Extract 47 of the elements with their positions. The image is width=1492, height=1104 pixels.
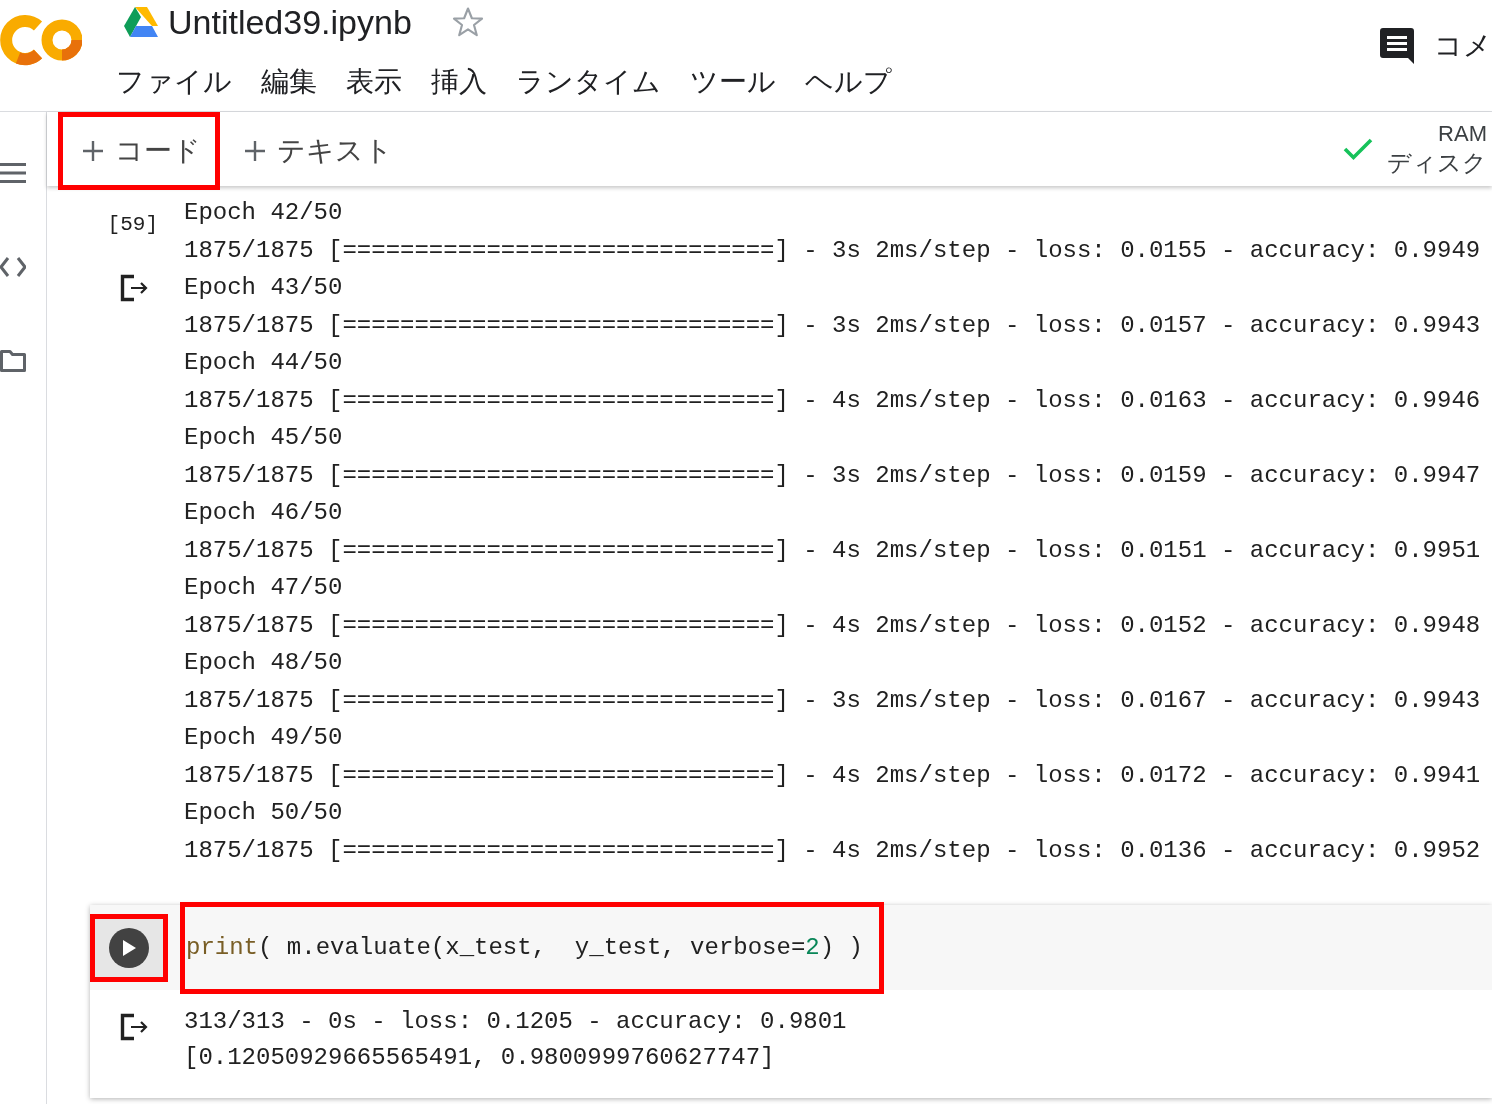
output-line: 1875/1875 [==============================] - 4s 2ms/step - loss: 0.0136 - accuracy: 0.9952 (184, 835, 1481, 866)
output-line: 1875/1875 [==============================] - 4s 2ms/step - loss: 0.0163 - accuracy: 0.9946 (184, 385, 1481, 416)
menu-item[interactable]: 挿入 (431, 62, 487, 102)
output-line: 1875/1875 [==============================] - 3s 2ms/step - loss: 0.0159 - accuracy: 0.9947 (184, 460, 1481, 491)
output-line: 313/313 - 0s - loss: 0.1205 - accuracy: 0.9801 (184, 1007, 847, 1037)
menu-item[interactable]: ファイル (116, 62, 232, 102)
output-arrow-icon (119, 273, 149, 303)
output-line: Epoch 42/50 (184, 198, 344, 228)
output-line: 1875/1875 [==============================] - 3s 2ms/step - loss: 0.0157 - accuracy: 0.9943 (184, 310, 1481, 341)
menu-item[interactable]: 編集 (261, 62, 317, 102)
output-line: Epoch 47/50 (184, 573, 344, 603)
play-icon (122, 939, 136, 956)
output-line: Epoch 45/50 (184, 423, 344, 453)
execution-count: [59] (107, 212, 158, 238)
output-line: 1875/1875 [==============================] - 4s 2ms/step - loss: 0.0152 - accuracy: 0.9948 (184, 610, 1481, 641)
plus-icon (83, 141, 103, 161)
output-arrow-icon (119, 1012, 149, 1042)
menu-item[interactable]: ツール (690, 62, 776, 102)
output-line: 1875/1875 [==============================] - 3s 2ms/step - loss: 0.0155 - accuracy: 0.9949 (184, 235, 1481, 266)
notebook-title[interactable]: Untitled39.ipynb (168, 2, 412, 42)
code-icon[interactable] (0, 256, 26, 278)
output-line: Epoch 48/50 (184, 648, 344, 678)
output-line: 1875/1875 [==============================] - 3s 2ms/step - loss: 0.0167 - accuracy: 0.9943 (184, 685, 1481, 716)
output-line: Epoch 49/50 (184, 723, 344, 753)
logo-icon (0, 14, 82, 66)
output-line: Epoch 46/50 (184, 498, 344, 528)
plus-icon (245, 141, 265, 161)
menu-item[interactable]: ヘルプ (805, 62, 892, 102)
star-icon[interactable] (451, 6, 484, 38)
comments-label[interactable]: コメ (1434, 27, 1492, 65)
add-cell-button[interactable]: テキスト (225, 117, 407, 185)
disk-label: ディスク (1387, 148, 1487, 178)
menu-item[interactable]: ランタイム (516, 62, 661, 102)
output-line: Epoch 44/50 (184, 348, 344, 378)
comment-icon[interactable] (1380, 28, 1414, 64)
triangle-logo-icon (124, 7, 158, 37)
menu-item[interactable]: 表示 (346, 62, 402, 102)
add-cell-button[interactable]: コード (63, 117, 215, 185)
output-line: Epoch 50/50 (184, 798, 344, 828)
folder-icon[interactable] (0, 350, 26, 372)
output-line: 1875/1875 [==============================] - 4s 2ms/step - loss: 0.0172 - accuracy: 0.9941 (184, 760, 1481, 791)
output-line: 1875/1875 [==============================] - 4s 2ms/step - loss: 0.0151 - accuracy: 0.9951 (184, 535, 1481, 566)
run-button[interactable] (109, 927, 149, 968)
ram-label: RAM (1438, 120, 1487, 148)
output-line: [0.12050929665565491, 0.9800999760627747] (184, 1043, 776, 1073)
output-line: Epoch 43/50 (184, 273, 344, 303)
menu-icon[interactable] (0, 162, 26, 184)
